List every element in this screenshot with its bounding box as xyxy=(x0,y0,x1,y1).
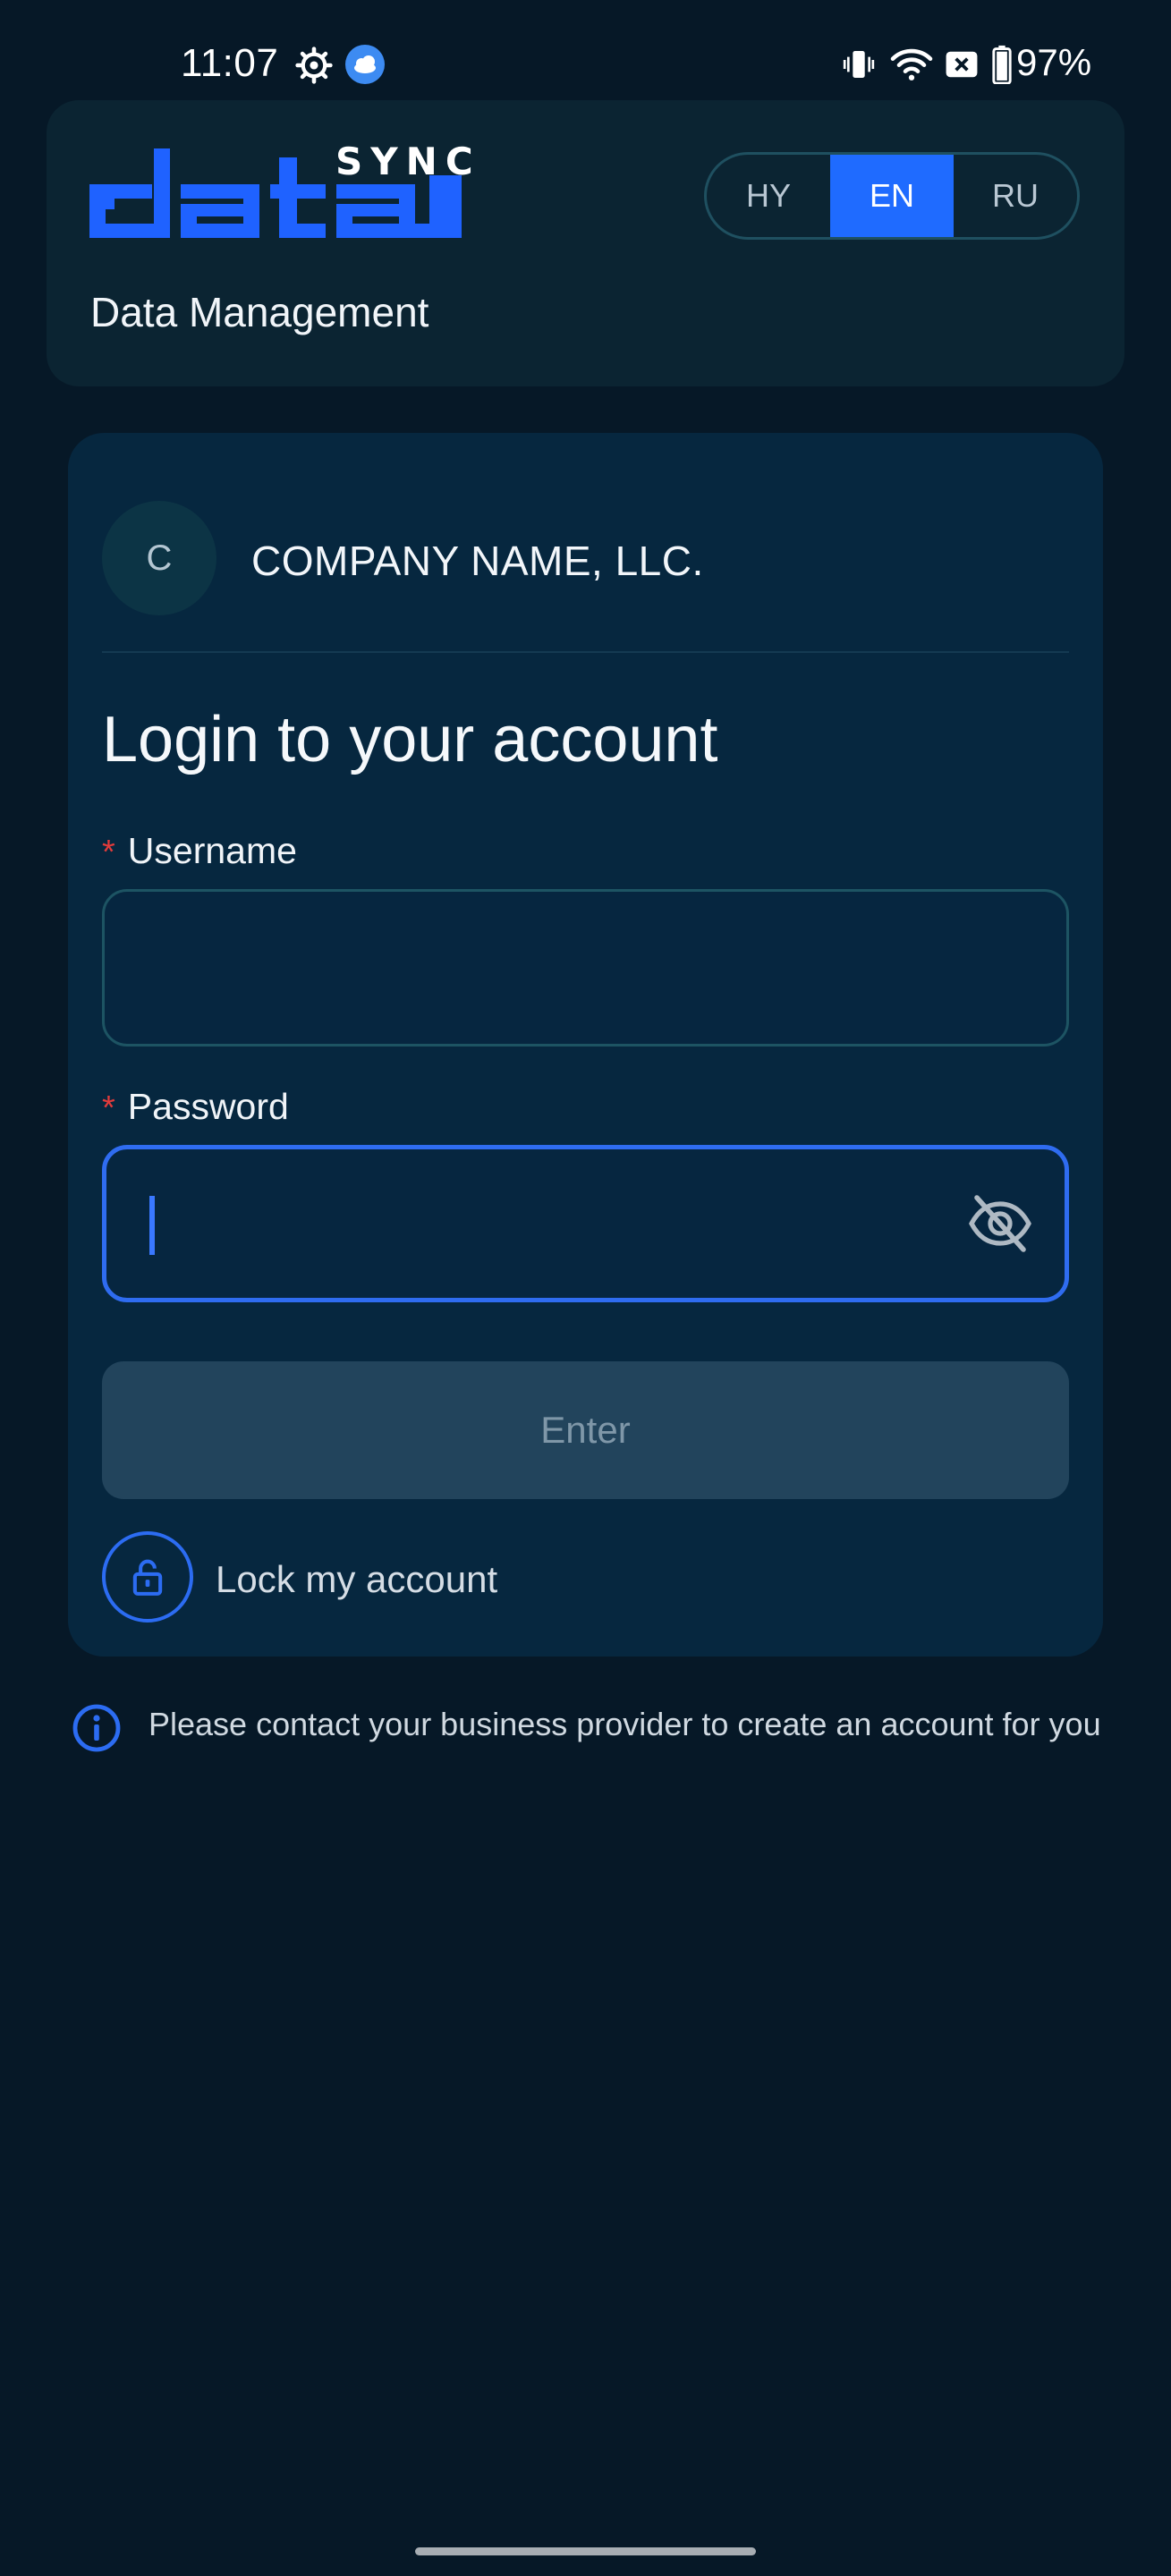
enter-button[interactable]: Enter xyxy=(102,1361,1069,1499)
page-title: Login to your account xyxy=(102,704,718,775)
no-sim-icon xyxy=(946,51,978,78)
header-card: SYNC Data Management HY EN RU xyxy=(47,100,1124,386)
language-switcher: HY EN RU xyxy=(704,152,1080,240)
app-subtitle: Data Management xyxy=(90,289,429,335)
password-label-text: Password xyxy=(127,1086,289,1127)
divider xyxy=(102,651,1069,653)
language-option-hy[interactable]: HY xyxy=(707,155,830,237)
status-bar: 11:07 97% xyxy=(0,0,1171,98)
weather-icon xyxy=(345,45,385,84)
text-cursor xyxy=(149,1196,155,1255)
battery-percent: 97% xyxy=(1016,41,1092,83)
vibrate-icon xyxy=(843,51,875,78)
password-label: * Password xyxy=(102,1086,289,1128)
login-card: C COMPANY NAME, LLC. Login to your accou… xyxy=(68,433,1103,1657)
status-time: 11:07 xyxy=(181,41,279,85)
lock-account-toggle[interactable]: Lock my account xyxy=(102,1531,639,1624)
info-text: Please contact your business provider to… xyxy=(148,1706,1101,1742)
lock-label: Lock my account xyxy=(216,1558,498,1600)
company-name: COMPANY NAME, LLC. xyxy=(251,538,704,584)
password-field[interactable] xyxy=(102,1145,1069,1302)
logo-sync-text: SYNC xyxy=(335,140,481,183)
company-avatar: C xyxy=(102,501,216,615)
required-marker: * xyxy=(102,1089,115,1127)
required-marker: * xyxy=(102,834,115,871)
info-icon xyxy=(72,1704,121,1752)
language-option-ru[interactable]: RU xyxy=(954,155,1077,237)
wifi-icon xyxy=(890,48,933,80)
battery-icon xyxy=(992,45,1012,84)
language-option-en[interactable]: EN xyxy=(830,155,954,237)
info-note: Please contact your business provider to… xyxy=(72,1703,1109,1792)
username-label: * Username xyxy=(102,830,297,872)
gear-icon xyxy=(295,47,333,84)
company-row: C COMPANY NAME, LLC. xyxy=(102,501,1068,615)
username-field[interactable] xyxy=(102,889,1069,1046)
lock-icon xyxy=(132,1559,163,1596)
lock-button[interactable] xyxy=(102,1531,193,1623)
username-label-text: Username xyxy=(127,830,297,871)
eye-off-icon[interactable] xyxy=(968,1194,1032,1253)
home-indicator[interactable] xyxy=(415,2547,756,2555)
